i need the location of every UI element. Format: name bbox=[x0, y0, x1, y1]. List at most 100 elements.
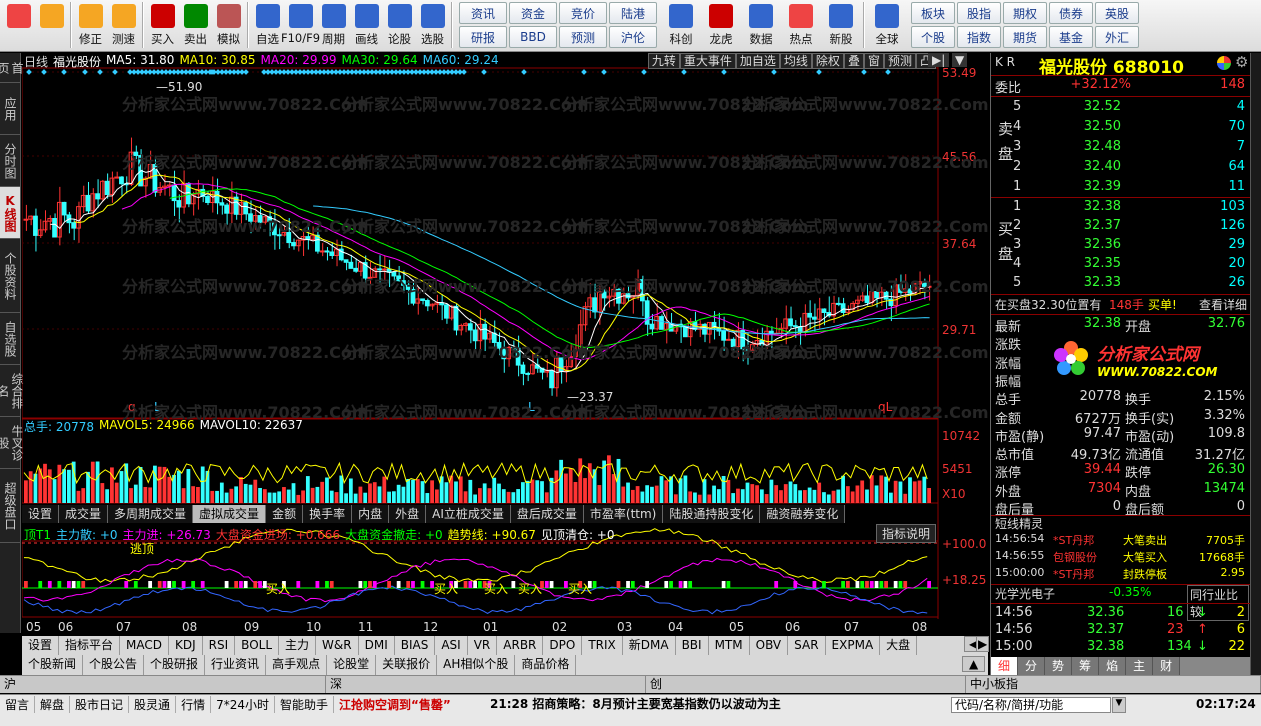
toolbar-grid2-button-6[interactable]: 指数 bbox=[957, 26, 1001, 48]
chart-topbar-button-6[interactable]: 窗 bbox=[863, 53, 884, 69]
indicator-tab-2[interactable]: MACD bbox=[120, 636, 170, 656]
sell-row[interactable]: 3 32.48 7 bbox=[991, 139, 1249, 157]
buy-row[interactable]: 3 32.36 29 bbox=[991, 237, 1249, 255]
toolbar-button2-4[interactable]: 新股 bbox=[821, 2, 861, 50]
toolbar-grid2-button-0[interactable]: 板块 bbox=[911, 2, 955, 24]
status-item-3[interactable]: 股灵通 bbox=[129, 696, 177, 713]
sell-row[interactable]: 1 32.39 11 bbox=[991, 179, 1249, 197]
status-item-6[interactable]: 智能助手 bbox=[275, 696, 334, 713]
short-row[interactable]: 14:56:55 包钢股份 大笔买入 17668手 bbox=[991, 549, 1249, 567]
indicator-tab-14[interactable]: TRIX bbox=[582, 636, 623, 656]
chart-topbar-button-7[interactable]: 预测 bbox=[883, 53, 916, 69]
leftnav-item-0[interactable]: 首页 bbox=[0, 53, 24, 83]
indicator-tab-4[interactable]: RSI bbox=[203, 636, 236, 656]
toolbar-button-1[interactable] bbox=[35, 2, 68, 50]
indicator-tab-12[interactable]: ARBR bbox=[497, 636, 544, 656]
leftnav-item-8[interactable]: 超级盘口 bbox=[0, 469, 20, 543]
news-tab-4[interactable]: 高手观点 bbox=[266, 655, 328, 675]
status-item-0[interactable]: 留言 bbox=[0, 696, 36, 713]
toolbar-button2-2[interactable]: 数据 bbox=[741, 2, 781, 50]
status-item-1[interactable]: 解盘 bbox=[35, 696, 71, 713]
indicator-tab-13[interactable]: DPO bbox=[543, 636, 583, 656]
expand-up-icon[interactable]: ▲ bbox=[962, 656, 986, 672]
toolbar-grid2-button-8[interactable]: 基金 bbox=[1049, 26, 1093, 48]
toolbar-button2-1[interactable]: 龙虎 bbox=[701, 2, 741, 50]
chart-topbar-button-0[interactable]: 九转 bbox=[647, 53, 680, 69]
volume-tab-9[interactable]: 盘后成交量 bbox=[510, 505, 584, 523]
toolbar-button2-0[interactable]: 科创 bbox=[661, 2, 701, 50]
status-item-4[interactable]: 行情 bbox=[176, 696, 212, 713]
indicator-tab-15[interactable]: 新DMA bbox=[623, 636, 676, 656]
leftnav-item-4[interactable]: 个股资料 bbox=[0, 239, 20, 313]
volume-tab-4[interactable]: 金额 bbox=[266, 505, 304, 523]
indicator-tab-18[interactable]: OBV bbox=[750, 636, 789, 656]
volume-tab-5[interactable]: 换手率 bbox=[303, 505, 353, 523]
volume-tab-10[interactable]: 市盈率(ttm) bbox=[583, 505, 664, 523]
toolbar-button-6[interactable]: 模拟 bbox=[212, 2, 245, 50]
volume-tab-8[interactable]: AI立桩成交量 bbox=[426, 505, 511, 523]
quote-subtab-3[interactable]: 筹 bbox=[1072, 657, 1100, 675]
index-item-1[interactable]: 深 bbox=[326, 676, 646, 693]
toolbar-grid2-button-5[interactable]: 个股 bbox=[911, 26, 955, 48]
buy-row[interactable]: 4 32.35 20 bbox=[991, 256, 1249, 274]
index-item-2[interactable]: 创 bbox=[646, 676, 966, 693]
indicator-tab-3[interactable]: KDJ bbox=[169, 636, 203, 656]
news-tab-8[interactable]: 商品价格 bbox=[515, 655, 577, 675]
toolbar-button-7[interactable]: 自选 bbox=[251, 2, 284, 50]
toolbar-grid2-button-2[interactable]: 期权 bbox=[1003, 2, 1047, 24]
order-detail-link[interactable]: 查看详细 bbox=[1199, 296, 1247, 313]
toolbar-grid1-button-2[interactable]: 竞价 bbox=[559, 2, 607, 24]
quote-subtab-4[interactable]: 焰 bbox=[1099, 657, 1127, 675]
toolbar-grid1-button-7[interactable]: 沪伦 bbox=[609, 26, 657, 48]
toolbar-button-10[interactable]: 画线 bbox=[350, 2, 383, 50]
toolbar-button-9[interactable]: 周期 bbox=[317, 2, 350, 50]
leftnav-item-3[interactable]: K线图 bbox=[0, 187, 20, 239]
leftnav-item-5[interactable]: 自选股 bbox=[0, 313, 20, 365]
volume-tab-3[interactable]: 虚拟成交量 bbox=[193, 505, 267, 523]
toolbar-grid1-button-3[interactable]: 陆港 bbox=[609, 2, 657, 24]
buy-row[interactable]: 5 32.33 26 bbox=[991, 275, 1249, 293]
short-row[interactable]: 14:56:54 *ST丹邦 大笔卖出 7705手 bbox=[991, 532, 1249, 550]
toolbar-button2-5[interactable]: 全球 bbox=[867, 2, 907, 50]
news-tab-1[interactable]: 个股公告 bbox=[83, 655, 145, 675]
news-tab-0[interactable]: 个股新闻 bbox=[22, 655, 84, 675]
toolbar-button-0[interactable] bbox=[2, 2, 35, 50]
leftnav-item-2[interactable]: 分时图 bbox=[0, 135, 20, 187]
chart-topbar-button-3[interactable]: 均线 bbox=[779, 53, 812, 69]
quote-subtab-5[interactable]: 主 bbox=[1126, 657, 1154, 675]
volume-tab-11[interactable]: 陆股通持股变化 bbox=[663, 505, 761, 523]
chart-topbar-button-1[interactable]: 重大事件 bbox=[679, 53, 736, 69]
toolbar-button2-3[interactable]: 热点 bbox=[781, 2, 821, 50]
leftnav-item-1[interactable]: 应用 bbox=[0, 83, 20, 135]
toolbar-grid1-button-5[interactable]: BBD bbox=[509, 26, 557, 48]
toolbar-button-11[interactable]: 论股 bbox=[383, 2, 416, 50]
volume-tab-2[interactable]: 多周期成交量 bbox=[108, 505, 194, 523]
index-item-0[interactable]: 沪 bbox=[0, 676, 326, 693]
volume-tab-7[interactable]: 外盘 bbox=[389, 505, 427, 523]
news-tab-2[interactable]: 个股研报 bbox=[144, 655, 206, 675]
toolbar-grid1-button-1[interactable]: 资金 bbox=[509, 2, 557, 24]
quote-subtab-1[interactable]: 分 bbox=[1018, 657, 1046, 675]
indicator-tab-8[interactable]: DMI bbox=[359, 636, 395, 656]
toolbar-grid1-button-0[interactable]: 资讯 bbox=[459, 2, 507, 24]
indicator-tab-17[interactable]: MTM bbox=[709, 636, 750, 656]
leftnav-item-7[interactable]: 牛叉诊股 bbox=[0, 417, 24, 469]
toolbar-button-12[interactable]: 选股 bbox=[416, 2, 449, 50]
indicator-tab-9[interactable]: BIAS bbox=[395, 636, 436, 656]
index-item-3[interactable]: 中小板指 bbox=[966, 676, 1261, 693]
indicator-tab-11[interactable]: VR bbox=[468, 636, 498, 656]
toolbar-button-8[interactable]: F10/F9 bbox=[281, 2, 320, 50]
buy-row[interactable]: 2 32.37 126 bbox=[991, 218, 1249, 236]
toolbar-button-5[interactable]: 卖出 bbox=[179, 2, 212, 50]
toolbar-grid2-button-9[interactable]: 外汇 bbox=[1095, 26, 1139, 48]
volume-tab-1[interactable]: 成交量 bbox=[59, 505, 109, 523]
toolbar-grid2-button-3[interactable]: 债券 bbox=[1049, 2, 1093, 24]
chart-topbar-button-4[interactable]: 除权 bbox=[811, 53, 844, 69]
pie-icon[interactable] bbox=[1217, 56, 1231, 70]
quote-subtab-0[interactable]: 细 bbox=[991, 657, 1019, 675]
volume-tab-0[interactable]: 设置 bbox=[22, 505, 60, 523]
toolbar-button-3[interactable]: 测速 bbox=[107, 2, 140, 50]
pin-icon[interactable]: ▶| bbox=[928, 53, 950, 67]
status-item-5[interactable]: 7*24小时 bbox=[211, 696, 275, 713]
quote-subtab-2[interactable]: 势 bbox=[1045, 657, 1073, 675]
